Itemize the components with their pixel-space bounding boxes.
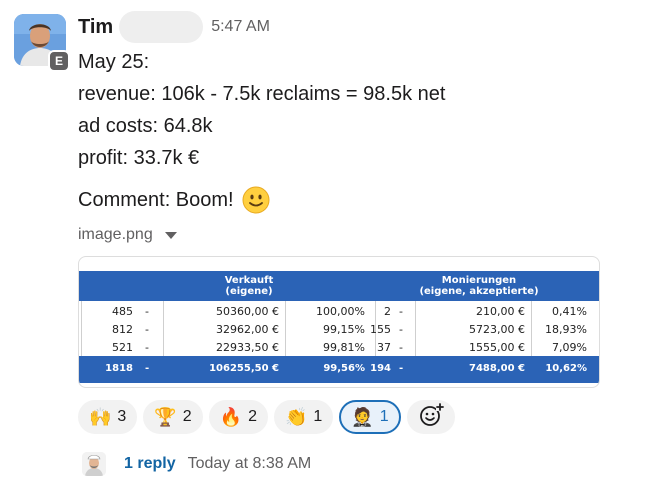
total-claim-amount: 7488,00 €	[469, 363, 525, 374]
cell-percent: 100,00%	[316, 305, 365, 318]
comment-text: Comment: Boom!	[78, 189, 234, 211]
comment-line: Comment: Boom!	[78, 184, 638, 216]
message-body: May 25: revenue: 106k - 7.5k reclaims = …	[78, 46, 638, 216]
reaction-count: 3	[117, 408, 127, 425]
reply-count-link[interactable]: 1 reply	[124, 455, 176, 473]
header-claims-label: Monierungen	[441, 275, 517, 286]
cell-claim-count: 37	[377, 341, 391, 354]
cell-claim-percent: 0,41%	[552, 305, 587, 318]
add-reaction-button[interactable]	[406, 400, 455, 434]
reaction-count: 2	[248, 408, 257, 425]
total-dash: -	[399, 363, 404, 374]
cell-claim-percent: 7,09%	[552, 341, 587, 354]
cell-dash: -	[145, 305, 149, 318]
message-line: revenue: 106k - 7.5k reclaims = 98.5k ne…	[78, 83, 446, 105]
cell-claim-count: 2	[384, 305, 391, 318]
message-timestamp[interactable]: 5:47 AM	[211, 18, 270, 36]
table-row: 485 - 50360,00 € 100,00% 2 - 210,00 € 0,…	[79, 303, 599, 321]
total-percent: 99,56%	[323, 363, 365, 374]
cell-dash: -	[399, 323, 403, 336]
reaction-custom-selected[interactable]: 🤵 1	[339, 400, 401, 434]
cell-amount: 22933,50 €	[216, 341, 279, 354]
total-count: 1818	[105, 363, 133, 374]
reaction-count: 1	[313, 408, 323, 425]
message-line: May 25:	[78, 51, 150, 73]
cell-claim-amount: 210,00 €	[476, 305, 525, 318]
attached-image[interactable]: Verkauft (eigene) Monierungen (eigene, a…	[78, 256, 600, 388]
message-line: ad costs: 64.8k	[78, 115, 213, 137]
table-total-row: 1818 - 106255,50 € 99,56% 194 - 7488,00 …	[79, 356, 599, 383]
reaction-clapping[interactable]: 👏 1	[273, 400, 334, 434]
cell-claim-amount: 1555,00 €	[469, 341, 525, 354]
total-dash: -	[145, 363, 150, 374]
clapping-hands-icon: 👏	[284, 407, 308, 427]
table-row: 521 - 22933,50 € 99,81% 37 - 1555,00 € 7…	[79, 339, 599, 357]
reaction-count: 1	[379, 408, 389, 425]
cell-dash: -	[145, 323, 149, 336]
reactions-bar: 🙌 3 🏆 2 🔥 2 👏 1 🤵 1	[78, 400, 455, 434]
cell-percent: 99,15%	[323, 323, 365, 336]
cell-amount: 32962,00 €	[216, 323, 279, 336]
add-reaction-icon	[418, 402, 444, 433]
sender-name[interactable]: Tim	[78, 16, 113, 39]
raised-hands-icon: 🙌	[89, 407, 112, 427]
file-attachment-header[interactable]: image.png	[78, 226, 177, 244]
cell-count: 812	[112, 323, 133, 336]
reaction-trophy[interactable]: 🏆 2	[143, 400, 203, 434]
reaction-raised-hands[interactable]: 🙌 3	[78, 400, 138, 434]
message-header: Tim 5:47 AM	[78, 10, 270, 44]
redacted-name	[119, 11, 204, 43]
smiley-emoji-icon	[242, 186, 270, 214]
cell-claim-percent: 18,93%	[545, 323, 587, 336]
last-reply-time: Today at 8:38 AM	[187, 455, 312, 472]
cell-count: 521	[112, 341, 133, 354]
reaction-count: 2	[182, 408, 192, 425]
fire-icon: 🔥	[219, 407, 243, 427]
caret-down-icon[interactable]	[164, 231, 177, 239]
reply-avatar	[82, 452, 106, 476]
reaction-fire[interactable]: 🔥 2	[208, 400, 268, 434]
cell-claim-amount: 5723,00 €	[469, 323, 525, 336]
thread-summary[interactable]: 1 reply Today at 8:38 AM	[82, 452, 311, 476]
header-sold: Verkauft (eigene)	[179, 275, 319, 297]
header-claims: Monierungen (eigene, akzeptierte)	[399, 275, 559, 297]
spreadsheet-table: Verkauft (eigene) Monierungen (eigene, a…	[79, 257, 599, 387]
total-amount: 106255,50 €	[209, 363, 279, 374]
header-sold-sub: (eigene)	[225, 286, 273, 297]
cell-count: 485	[112, 305, 133, 318]
cell-dash: -	[399, 341, 403, 354]
total-claim-count: 194	[370, 363, 391, 374]
table-row: 812 - 32962,00 € 99,15% 155 - 5723,00 € …	[79, 321, 599, 339]
custom-person-icon: 🤵	[351, 407, 374, 427]
total-claim-percent: 10,62%	[545, 363, 587, 374]
header-sold-label: Verkauft	[224, 275, 274, 286]
cell-amount: 50360,00 €	[216, 305, 279, 318]
file-name[interactable]: image.png	[78, 226, 153, 244]
cell-dash: -	[145, 341, 149, 354]
cell-dash: -	[399, 305, 403, 318]
trophy-icon: 🏆	[154, 407, 177, 427]
header-claims-sub: (eigene, akzeptierte)	[419, 286, 539, 297]
message-line: profit: 33.7k €	[78, 147, 200, 169]
message: E Tim 5:47 AM May 25: revenue: 106k - 7.…	[0, 0, 647, 500]
external-user-badge: E	[48, 50, 70, 72]
cell-claim-count: 155	[370, 323, 391, 336]
cell-percent: 99,81%	[323, 341, 365, 354]
